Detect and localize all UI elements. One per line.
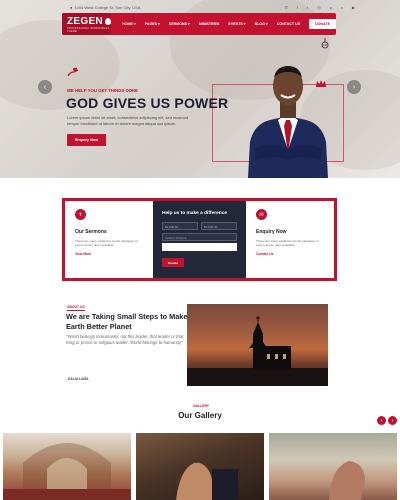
donation-title: Help us to make a difference [162,211,228,216]
nav-menu: HOME ▾ PAGES ▾ SERMONS ▾ MINISTRIES EVEN… [122,22,300,26]
dribbble-icon[interactable]: ◎ [317,5,321,10]
hero-title: GOD GIVES US POWER [66,95,229,111]
sermons-card: ✝ Our Sermons There are many variations … [65,201,153,278]
donation-panel: Help us to make a difference $2,000.00 $… [153,201,246,278]
logo[interactable]: ZEGEN PROFESSIONAL WORDPRESS THEME [62,13,112,35]
amount-option-2[interactable]: $4,000.00 [201,222,237,230]
gallery-title: Our Gallery [178,411,222,420]
custom-amount-input[interactable] [162,243,237,251]
nav-item-sermons[interactable]: SERMONS ▾ [169,22,190,26]
gallery-prev-button[interactable]: ‹ [377,416,386,425]
top-bar: ● 1004 West College St, Sun City, USA ✆ … [70,3,400,12]
crown-icon [316,80,326,89]
hero-kicker: WE HELP YOU GET THINGS DONE [67,88,138,93]
hand-heart-icon [66,66,80,81]
phone-icon[interactable]: ✆ [285,5,288,10]
hero-subtitle: Lorem ipsum dolor sit amet, consectetur … [67,115,189,126]
enquiry-now-button[interactable]: Enquiry Now [67,134,106,146]
gallery-image-church-interior[interactable] [3,433,131,500]
hero-prev-arrow[interactable]: ‹ [38,80,52,94]
address-text: 1004 West College St, Sun City, USA [74,5,141,10]
brand-name: ZEGEN [67,15,103,27]
contact-us-link[interactable]: Contact Us [256,252,328,256]
about-tag: ABOUT US [67,305,85,309]
nav-item-contact[interactable]: CONTACT US [277,22,300,26]
youtube-icon[interactable]: ▶ [352,5,355,10]
enquiry-card: ✉ Enquiry Now There are many variations … [246,201,334,278]
enquiry-text: There are many variations words passages… [256,239,319,248]
address: ● 1004 West College St, Sun City, USA [70,5,141,10]
facebook-icon[interactable]: f [297,5,298,10]
sermons-text: There are many variations words passages… [75,239,138,248]
church-image [187,304,328,386]
about-quote: "World belongs to humanity, not this lea… [66,334,184,346]
view-more-link[interactable]: View More [75,252,147,256]
twitter-icon[interactable]: t [307,5,308,10]
about-title: We are Taking Small Steps to Make Earth … [66,312,188,331]
dove-icon [320,38,330,50]
gallery-image-praying-hands[interactable] [136,433,264,500]
map-pin-icon: ● [70,5,73,10]
nav-item-pages[interactable]: PAGES ▾ [145,22,160,26]
logo-tagline: PROFESSIONAL WORDPRESS THEME [67,26,110,33]
hero-next-arrow[interactable]: › [347,80,361,94]
nav-item-home[interactable]: HOME ▾ [122,22,136,26]
pastor-photo [240,50,336,178]
drop-icon [104,17,111,25]
donate-button[interactable]: DONATE [309,19,336,29]
vimeo-icon[interactable]: v [341,5,343,10]
quote-author: - DALAI LAMA [66,377,89,381]
info-cards: ✝ Our Sermons There are many variations … [62,198,337,281]
bible-icon: ✝ [75,209,86,220]
nav-item-blog[interactable]: BLOG ▾ [255,22,268,26]
gallery-next-button[interactable]: › [388,416,397,425]
logo-text: ZEGEN [67,16,111,27]
amount-option-1[interactable]: $2,000.00 [162,222,198,230]
pinterest-icon[interactable]: p [330,5,332,10]
nav-item-ministries[interactable]: MINISTRIES [199,22,220,26]
amount-options: $2,000.00 $4,000.00 [162,222,237,230]
nav-item-events[interactable]: EVENTS ▾ [228,22,245,26]
main-navbar: ZEGEN PROFESSIONAL WORDPRESS THEME HOME … [62,13,336,35]
social-links: ✆ f t ◎ p v ▶ [285,5,355,10]
donate-submit-button[interactable]: Donate [162,258,184,267]
gallery-tag: GALLERY [193,404,210,408]
custom-amount-label: Custom Amount [162,233,237,241]
chat-icon: ✉ [256,209,267,220]
gallery-image-hands[interactable] [269,433,397,500]
sermons-title: Our Sermons [75,229,107,235]
enquiry-title: Enquiry Now [256,229,287,235]
about-divider [67,310,85,311]
